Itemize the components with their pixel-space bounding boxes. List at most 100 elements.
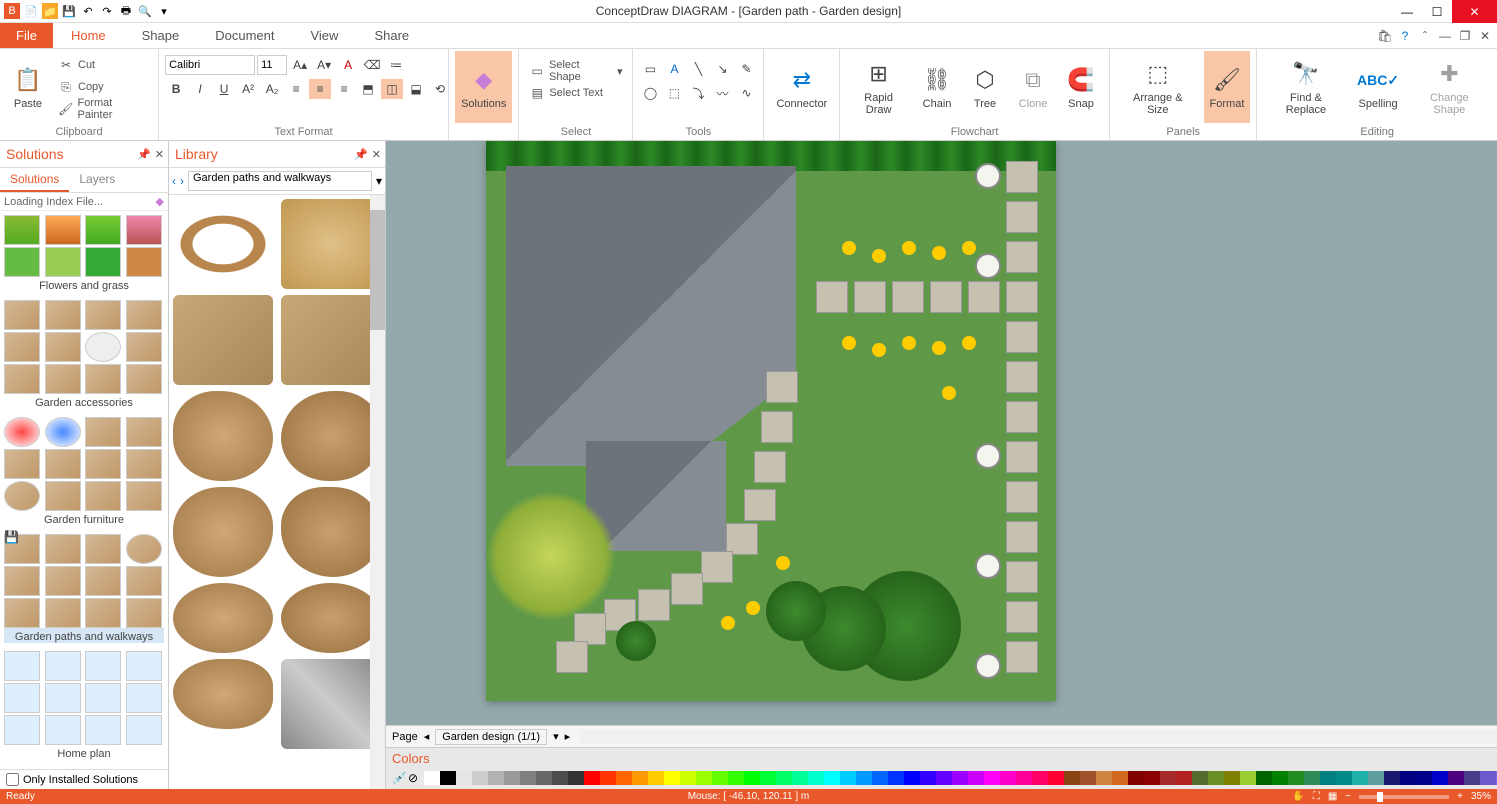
subscript-button[interactable]: A₂	[261, 79, 283, 99]
library-item[interactable]	[281, 659, 381, 749]
underline-button[interactable]: U	[213, 79, 235, 99]
scrollbar-thumb[interactable]	[370, 210, 385, 330]
color-swatch[interactable]	[840, 771, 856, 785]
library-item[interactable]	[173, 487, 273, 577]
next-lib-icon[interactable]: ›	[180, 174, 184, 188]
lamp[interactable]	[975, 653, 1001, 679]
hand-icon[interactable]: ✋	[1292, 791, 1304, 802]
tab-shape[interactable]: Shape	[124, 23, 198, 48]
line-tool[interactable]: ╲	[687, 59, 709, 79]
tree[interactable]	[486, 491, 616, 621]
library-dropdown[interactable]: Garden paths and walkways	[188, 171, 372, 191]
path-tile[interactable]	[1006, 441, 1038, 473]
color-swatch[interactable]	[552, 771, 568, 785]
solutions-tab[interactable]: Solutions	[0, 168, 69, 192]
color-swatch[interactable]	[744, 771, 760, 785]
new-doc-icon[interactable]: 📄	[23, 3, 39, 19]
flower[interactable]	[872, 343, 886, 357]
color-swatch[interactable]	[488, 771, 504, 785]
mdi-close-icon[interactable]: ✕	[1477, 28, 1493, 44]
connector-button[interactable]: ⇄ Connector	[770, 51, 833, 123]
change-shape-button[interactable]: ✚Change Shape	[1408, 51, 1491, 123]
only-installed-row[interactable]: Only Installed Solutions	[0, 769, 168, 789]
color-swatch[interactable]	[1240, 771, 1256, 785]
flower[interactable]	[932, 246, 946, 260]
increase-font-button[interactable]: A▴	[289, 55, 311, 75]
color-swatch[interactable]	[1144, 771, 1160, 785]
curve-tool[interactable]: 〰	[711, 83, 733, 103]
library-item[interactable]	[173, 391, 273, 481]
path-tile[interactable]	[766, 371, 798, 403]
category-accessories[interactable]: Garden accessories	[4, 300, 164, 409]
text-tool[interactable]: A	[663, 59, 685, 79]
library-item[interactable]	[173, 659, 273, 729]
color-swatch[interactable]	[456, 771, 472, 785]
fit-icon[interactable]: ⛶	[1313, 791, 1320, 802]
bush[interactable]	[766, 581, 826, 641]
path-tile[interactable]	[1006, 361, 1038, 393]
path-tile[interactable]	[1006, 561, 1038, 593]
path-tile[interactable]	[1006, 241, 1038, 273]
color-swatch[interactable]	[1192, 771, 1208, 785]
rectangle-tool[interactable]: ▭	[639, 59, 661, 79]
canvas-h-scrollbar[interactable]	[580, 730, 1497, 744]
color-swatch[interactable]	[968, 771, 984, 785]
color-swatch[interactable]	[888, 771, 904, 785]
zoom-slider[interactable]	[1359, 795, 1449, 799]
rapid-draw-button[interactable]: ⊞Rapid Draw	[846, 51, 911, 123]
bullets-button[interactable]: ≔	[385, 55, 407, 75]
path-tile[interactable]	[638, 589, 670, 621]
align-middle-button[interactable]: ◫	[381, 79, 403, 99]
spelling-button[interactable]: ABC✓Spelling	[1353, 51, 1404, 123]
find-replace-button[interactable]: 🔭Find & Replace	[1263, 51, 1348, 123]
path-tile[interactable]	[930, 281, 962, 313]
color-swatch[interactable]	[1448, 771, 1464, 785]
redo-icon[interactable]: ↷	[99, 3, 115, 19]
collapse-ribbon-icon[interactable]: ˆ	[1417, 28, 1433, 44]
color-swatch[interactable]	[664, 771, 680, 785]
arc-tool[interactable]: ⤵	[687, 83, 709, 103]
solutions-body[interactable]: Flowers and grass Garden accessories Gar…	[0, 211, 168, 769]
color-swatch[interactable]	[856, 771, 872, 785]
path-tile[interactable]	[816, 281, 848, 313]
file-tab[interactable]: File	[0, 23, 53, 48]
library-item[interactable]	[281, 295, 381, 385]
snap-button[interactable]: 🧲Snap	[1059, 51, 1103, 123]
flower[interactable]	[776, 556, 790, 570]
cut-button[interactable]: ✂Cut	[54, 55, 152, 75]
field-tool[interactable]: ⬚	[663, 83, 685, 103]
tab-view[interactable]: View	[292, 23, 356, 48]
color-swatch[interactable]	[1304, 771, 1320, 785]
color-swatch[interactable]	[520, 771, 536, 785]
pen-tool[interactable]: ✎	[735, 59, 757, 79]
color-swatch[interactable]	[872, 771, 888, 785]
font-family-input[interactable]	[165, 55, 255, 75]
path-tile[interactable]	[1006, 641, 1038, 673]
canvas-viewport[interactable]	[386, 141, 1497, 725]
pin-icon[interactable]: 📌	[354, 148, 368, 161]
search-icon[interactable]: 🔍	[137, 3, 153, 19]
color-swatch[interactable]	[712, 771, 728, 785]
flower[interactable]	[942, 386, 956, 400]
color-swatch[interactable]	[1272, 771, 1288, 785]
clone-button[interactable]: ⧉Clone	[1011, 51, 1055, 123]
color-swatch[interactable]	[1016, 771, 1032, 785]
color-swatch[interactable]	[920, 771, 936, 785]
color-swatch[interactable]	[1176, 771, 1192, 785]
color-swatch[interactable]	[1080, 771, 1096, 785]
lamp[interactable]	[975, 553, 1001, 579]
font-color-button[interactable]: A	[337, 55, 359, 75]
color-swatch[interactable]	[1064, 771, 1080, 785]
close-button[interactable]: ✕	[1452, 0, 1497, 23]
lamp[interactable]	[975, 253, 1001, 279]
open-icon[interactable]: 📁	[42, 3, 58, 19]
color-swatch[interactable]	[1288, 771, 1304, 785]
path-tile[interactable]	[671, 573, 703, 605]
category-paths[interactable]: 💾 Garden paths and walkways	[4, 534, 164, 643]
align-left-button[interactable]: ≡	[285, 79, 307, 99]
grid-icon[interactable]: ▦	[1328, 791, 1337, 802]
path-tile[interactable]	[1006, 201, 1038, 233]
flower[interactable]	[902, 336, 916, 350]
path-tile[interactable]	[761, 411, 793, 443]
layers-tab[interactable]: Layers	[69, 168, 125, 192]
